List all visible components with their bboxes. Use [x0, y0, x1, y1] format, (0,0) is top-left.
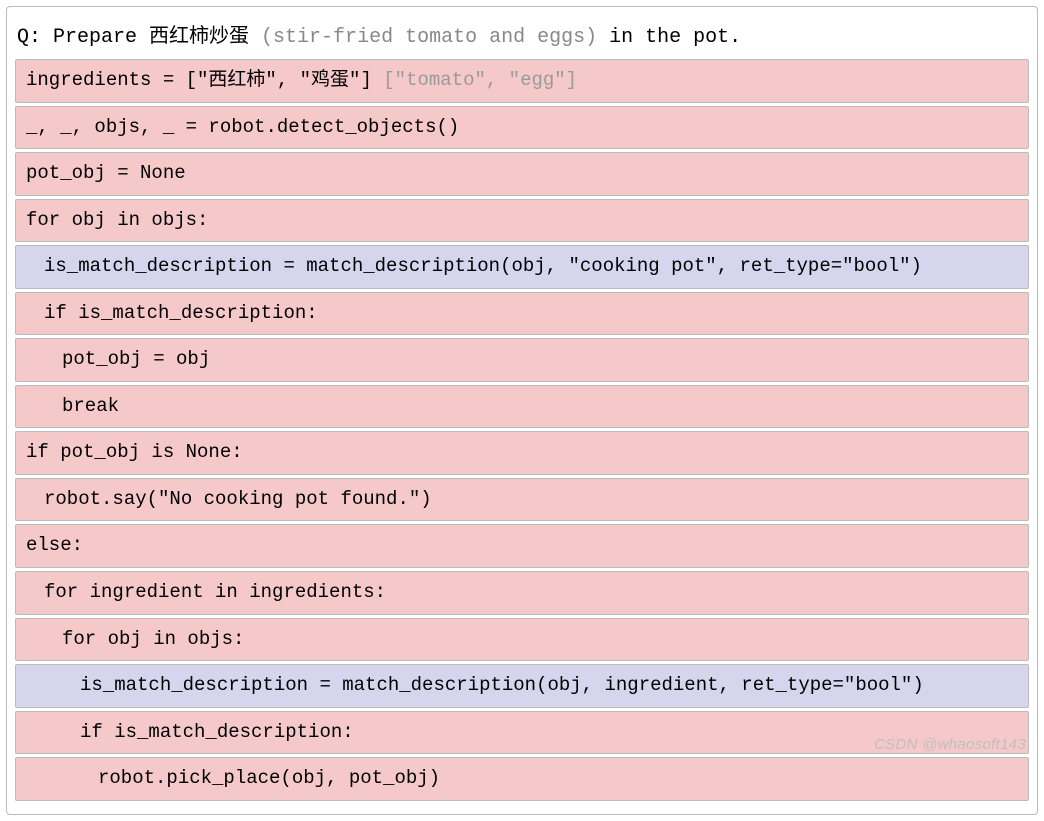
code-line: else:: [15, 524, 1029, 568]
question-prefix: Q:: [17, 26, 53, 49]
code-text: break: [62, 395, 119, 417]
code-text: is_match_description = match_description…: [44, 255, 922, 277]
code-line: break: [15, 385, 1029, 429]
code-line: for ingredient in ingredients:: [15, 571, 1029, 615]
code-text: is_match_description = match_description…: [80, 674, 924, 696]
code-line: is_match_description = match_description…: [15, 664, 1029, 708]
code-line: pot_obj = None: [15, 152, 1029, 196]
code-line: if pot_obj is None:: [15, 431, 1029, 475]
code-text: if is_match_description:: [80, 721, 354, 743]
code-line: ingredients = ["西红柿", "鸡蛋"] ["tomato", "…: [15, 59, 1029, 103]
code-text: ingredients = ["西红柿", "鸡蛋"]: [26, 69, 383, 91]
code-text: if is_match_description:: [44, 302, 318, 324]
question-part-1: Prepare 西红柿炒蛋: [53, 26, 261, 49]
code-line: is_match_description = match_description…: [15, 245, 1029, 289]
code-line: _, _, objs, _ = robot.detect_objects(): [15, 106, 1029, 150]
code-text: if pot_obj is None:: [26, 441, 243, 463]
code-line: for obj in objs:: [15, 618, 1029, 662]
code-text: for obj in objs:: [62, 628, 244, 650]
code-line: robot.pick_place(obj, pot_obj): [15, 757, 1029, 801]
question-part-2: in the pot.: [597, 26, 741, 49]
code-line: if is_match_description:: [15, 292, 1029, 336]
code-block: ingredients = ["西红柿", "鸡蛋"] ["tomato", "…: [13, 57, 1031, 806]
code-line: pot_obj = obj: [15, 338, 1029, 382]
code-text: for ingredient in ingredients:: [44, 581, 386, 603]
outer-frame: Q: Prepare 西红柿炒蛋 (stir-fried tomato and …: [6, 6, 1038, 815]
code-text: pot_obj = obj: [62, 348, 210, 370]
code-text: else:: [26, 534, 83, 556]
code-text: for obj in objs:: [26, 209, 208, 231]
code-text: pot_obj = None: [26, 162, 186, 184]
question-line: Q: Prepare 西红柿炒蛋 (stir-fried tomato and …: [13, 13, 1031, 57]
code-line: if is_match_description:: [15, 711, 1029, 755]
code-line: robot.say("No cooking pot found."): [15, 478, 1029, 522]
code-line: for obj in objs:: [15, 199, 1029, 243]
question-parenthetical: (stir-fried tomato and eggs): [261, 26, 597, 49]
code-comment: ["tomato", "egg"]: [383, 69, 577, 91]
code-text: robot.pick_place(obj, pot_obj): [98, 767, 440, 789]
code-text: _, _, objs, _ = robot.detect_objects(): [26, 116, 459, 138]
code-text: robot.say("No cooking pot found."): [44, 488, 432, 510]
